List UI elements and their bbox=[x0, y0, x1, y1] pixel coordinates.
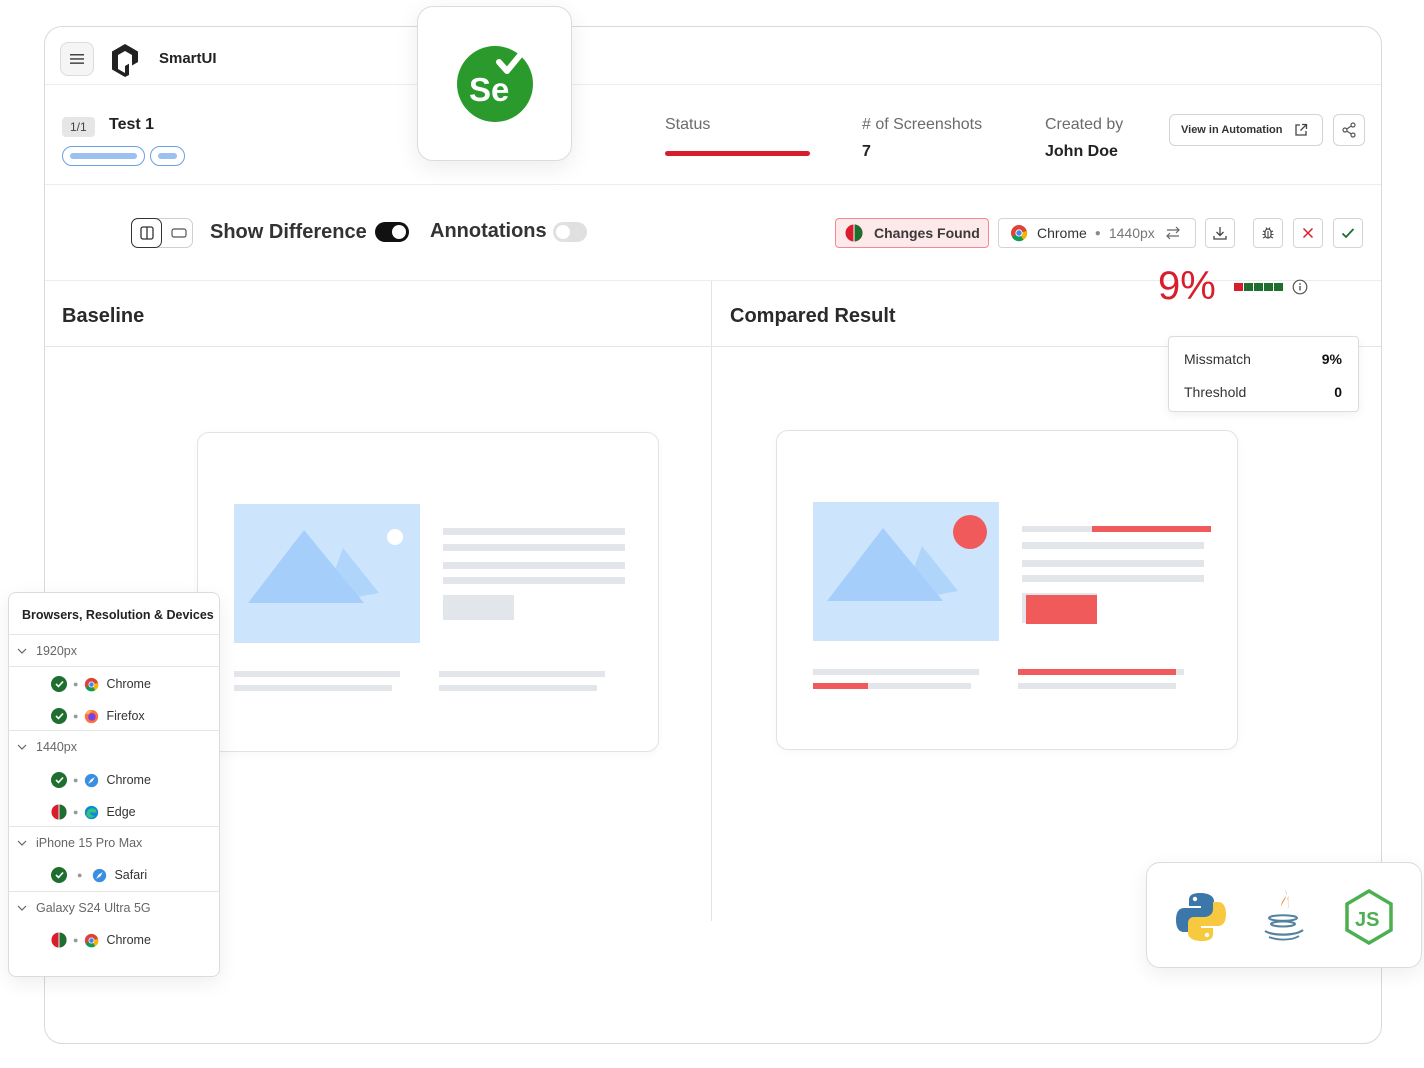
annotations-label: Annotations bbox=[430, 220, 547, 242]
lambdatest-logo-icon bbox=[112, 44, 138, 77]
browser-resolution-selector[interactable]: Chrome ● 1440px bbox=[998, 218, 1196, 248]
device-group-iphone[interactable]: iPhone 15 Pro Max bbox=[17, 836, 142, 850]
external-link-icon bbox=[1295, 123, 1308, 136]
download-icon bbox=[1213, 227, 1227, 240]
chrome-icon bbox=[1011, 225, 1028, 242]
passed-check-icon bbox=[51, 676, 67, 692]
device-group-1920px[interactable]: 1920px bbox=[17, 644, 77, 658]
baseline-title: Baseline bbox=[62, 305, 145, 327]
compared-preview-image bbox=[813, 502, 1211, 689]
hamburger-icon bbox=[70, 54, 84, 64]
show-difference-toggle[interactable] bbox=[375, 222, 409, 242]
passed-check-icon bbox=[51, 708, 67, 724]
java-icon bbox=[1264, 890, 1304, 941]
tag-pill[interactable] bbox=[150, 146, 185, 166]
mismatch-meter bbox=[1234, 283, 1283, 291]
devices-panel-title: Browsers, Resolution & Devices bbox=[22, 608, 214, 622]
safari-icon bbox=[93, 868, 107, 882]
changes-found-label: Changes Found bbox=[874, 225, 980, 241]
tag-pill[interactable] bbox=[62, 146, 145, 166]
mismatch-label: Missmatch bbox=[1184, 351, 1251, 367]
chevron-down-icon bbox=[17, 648, 27, 654]
share-icon bbox=[1342, 122, 1356, 138]
threshold-value: 0 bbox=[1334, 384, 1342, 400]
report-bug-button[interactable] bbox=[1253, 218, 1283, 248]
baseline-preview-image bbox=[234, 504, 625, 691]
check-icon bbox=[1341, 228, 1355, 239]
test-header: 1/1 Test 1 Status # of Screenshots 7 Cre… bbox=[45, 85, 1381, 185]
chrome-icon bbox=[85, 933, 99, 947]
resolution-value: 1440px bbox=[1108, 225, 1155, 241]
list-item[interactable]: ● Chrome bbox=[51, 932, 151, 948]
info-icon[interactable] bbox=[1292, 279, 1308, 295]
baseline-panel-header: Baseline bbox=[45, 281, 711, 347]
compared-title: Compared Result bbox=[730, 305, 896, 327]
screenshots-label: # of Screenshots bbox=[862, 116, 983, 133]
baseline-screenshot[interactable] bbox=[197, 432, 659, 752]
compared-screenshot[interactable] bbox=[776, 430, 1238, 750]
annotations-toggle[interactable] bbox=[553, 222, 587, 242]
chevron-down-icon bbox=[17, 744, 27, 750]
threshold-label: Threshold bbox=[1184, 384, 1247, 400]
list-item[interactable]: ● Firefox bbox=[51, 708, 145, 724]
changes-status-icon bbox=[845, 224, 863, 242]
split-view-icon bbox=[139, 226, 154, 240]
device-group-galaxy[interactable]: Galaxy S24 Ultra 5G bbox=[17, 901, 151, 915]
created-by-value: John Doe bbox=[1045, 143, 1118, 160]
chevron-down-icon bbox=[17, 905, 27, 911]
changes-found-badge[interactable]: Changes Found bbox=[835, 218, 989, 248]
svg-text:JS: JS bbox=[1355, 909, 1379, 931]
swap-icon bbox=[1165, 226, 1180, 240]
python-icon bbox=[1176, 893, 1226, 941]
chevron-down-icon bbox=[17, 840, 27, 846]
passed-check-icon bbox=[51, 772, 67, 788]
list-item[interactable]: ● Chrome bbox=[51, 772, 151, 788]
selenium-logo-icon: Se bbox=[456, 45, 533, 122]
browsers-devices-panel: Browsers, Resolution & Devices 1920px ● … bbox=[8, 592, 220, 977]
browser-name: Chrome bbox=[1037, 225, 1087, 241]
changes-status-icon bbox=[51, 932, 67, 948]
close-icon bbox=[1302, 227, 1314, 239]
list-item[interactable]: ● Chrome bbox=[51, 676, 151, 692]
approve-button[interactable] bbox=[1333, 218, 1363, 248]
test-count-badge: 1/1 bbox=[62, 117, 95, 137]
list-item[interactable]: ● Edge bbox=[51, 804, 136, 820]
chrome-icon bbox=[85, 677, 99, 691]
top-bar: SmartUI bbox=[45, 27, 1381, 85]
test-name: Test 1 bbox=[109, 116, 155, 133]
panel-divider bbox=[711, 281, 712, 921]
device-group-1440px[interactable]: 1440px bbox=[17, 740, 77, 754]
nodejs-icon: JS bbox=[1345, 889, 1393, 945]
screenshots-value: 7 bbox=[862, 143, 871, 160]
status-label: Status bbox=[665, 116, 711, 133]
mismatch-value: 9% bbox=[1321, 351, 1342, 367]
chrome-icon bbox=[85, 773, 99, 787]
reject-button[interactable] bbox=[1293, 218, 1323, 248]
selenium-card: Se bbox=[417, 6, 572, 161]
svg-text:Se: Se bbox=[469, 71, 509, 108]
created-by-label: Created by bbox=[1045, 116, 1124, 133]
status-bar bbox=[665, 151, 810, 156]
mismatch-tooltip: Missmatch 9% Threshold 0 bbox=[1168, 336, 1359, 412]
hamburger-menu-button[interactable] bbox=[60, 42, 94, 76]
firefox-icon bbox=[85, 709, 99, 723]
changes-status-icon bbox=[51, 804, 67, 820]
view-mode-toggle bbox=[131, 218, 193, 248]
edge-icon bbox=[85, 805, 99, 819]
passed-check-icon bbox=[51, 867, 67, 883]
bug-icon bbox=[1262, 227, 1274, 239]
list-item[interactable]: ● Safari bbox=[51, 867, 147, 883]
supported-languages-card: JS bbox=[1146, 862, 1422, 968]
mismatch-percent: 9% bbox=[1158, 264, 1216, 308]
share-button[interactable] bbox=[1333, 114, 1365, 146]
show-difference-label: Show Difference bbox=[210, 221, 367, 243]
download-button[interactable] bbox=[1205, 218, 1235, 248]
single-view-button[interactable] bbox=[163, 218, 194, 248]
app-name: SmartUI bbox=[159, 50, 217, 67]
view-in-automation-button[interactable]: View in Automation bbox=[1169, 114, 1323, 146]
view-in-automation-label: View in Automation bbox=[1181, 124, 1283, 136]
single-view-icon bbox=[170, 228, 187, 238]
split-view-button[interactable] bbox=[131, 218, 162, 248]
